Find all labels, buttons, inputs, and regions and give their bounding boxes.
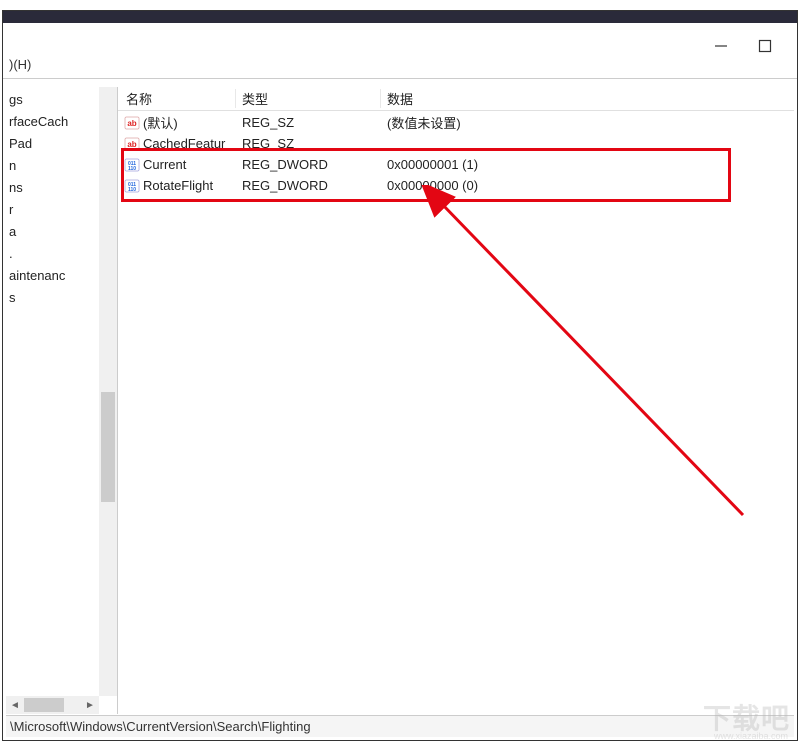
dword-value-icon: 011110	[124, 178, 140, 194]
scrollbar-vertical[interactable]	[99, 87, 117, 696]
tree-panel[interactable]: gs rfaceCach Pad n ns r a .	[6, 87, 118, 714]
status-bar: \Microsoft\Windows\CurrentVersion\Search…	[6, 715, 794, 737]
svg-text:110: 110	[128, 166, 136, 172]
row-data: (数值未设置)	[381, 113, 794, 132]
list-header: 名称 类型 数据	[118, 87, 794, 111]
scrollbar-horizontal[interactable]: ◄ ►	[6, 696, 99, 714]
minimize-button[interactable]	[714, 39, 728, 53]
scrollbar-thumb[interactable]	[24, 698, 64, 712]
titlebar	[3, 11, 797, 23]
column-name[interactable]: 名称	[118, 89, 236, 108]
row-name: CachedFeatur	[143, 136, 225, 151]
row-data: 0x00000000 (0)	[381, 178, 794, 193]
scroll-right-icon[interactable]: ►	[81, 700, 99, 711]
string-value-icon: ab	[124, 136, 140, 152]
list-rows: ab (默认) REG_SZ (数值未设置) ab CachedFeatur R…	[118, 111, 794, 196]
scrollbar-thumb[interactable]	[101, 392, 115, 502]
row-type: REG_DWORD	[236, 157, 381, 172]
row-type: REG_SZ	[236, 136, 381, 151]
status-path: \Microsoft\Windows\CurrentVersion\Search…	[10, 719, 311, 734]
scroll-left-icon[interactable]: ◄	[6, 700, 24, 711]
row-type: REG_DWORD	[236, 178, 381, 193]
list-row[interactable]: 011110 RotateFlight REG_DWORD 0x00000000…	[118, 175, 794, 196]
svg-text:ab: ab	[127, 140, 136, 149]
row-name: (默认)	[143, 113, 178, 132]
list-row[interactable]: ab (默认) REG_SZ (数值未设置)	[118, 112, 794, 133]
window-controls	[714, 39, 772, 53]
string-value-icon: ab	[124, 115, 140, 131]
menu-help[interactable]: )(H)	[9, 57, 31, 72]
list-row[interactable]: ab CachedFeatur REG_SZ	[118, 133, 794, 154]
dword-value-icon: 011110	[124, 157, 140, 173]
menu-bar: )(H)	[3, 53, 797, 79]
svg-text:ab: ab	[127, 119, 136, 128]
row-name: Current	[143, 157, 186, 172]
column-type[interactable]: 类型	[236, 89, 381, 108]
list-panel: 名称 类型 数据 ab (默认) REG_SZ (数值未设置)	[118, 87, 794, 714]
svg-text:110: 110	[128, 187, 136, 193]
maximize-button[interactable]	[758, 39, 772, 53]
row-name: RotateFlight	[143, 178, 213, 193]
list-row[interactable]: 011110 Current REG_DWORD 0x00000001 (1)	[118, 154, 794, 175]
column-data[interactable]: 数据	[381, 89, 794, 108]
row-data: 0x00000001 (1)	[381, 157, 794, 172]
row-type: REG_SZ	[236, 115, 381, 130]
